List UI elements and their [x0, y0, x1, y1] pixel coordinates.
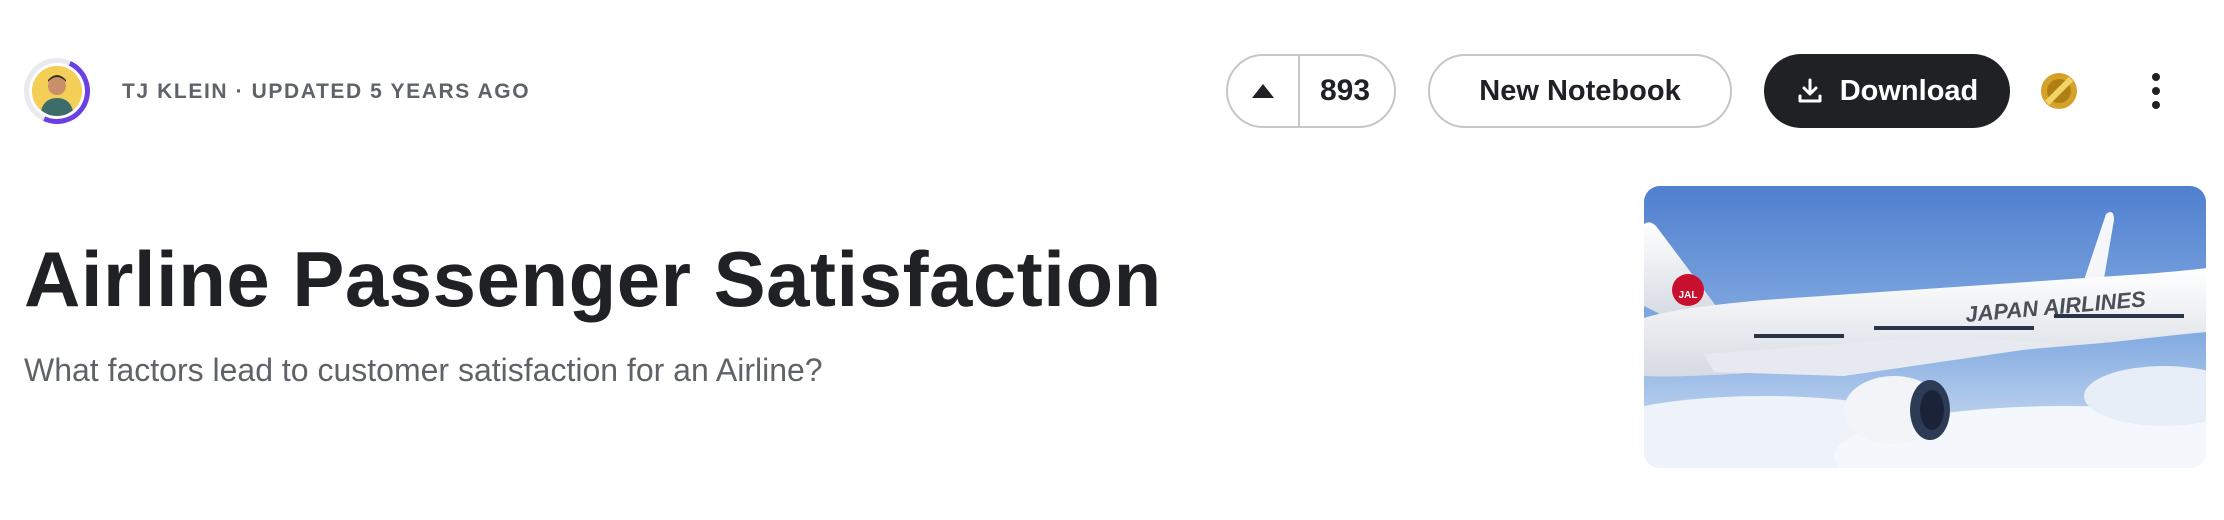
bronze-medal-icon[interactable]	[2040, 72, 2078, 110]
new-notebook-button[interactable]: New Notebook	[1428, 54, 1732, 128]
upvote-control: 893	[1226, 54, 1396, 128]
download-icon	[1798, 78, 1822, 103]
tail-logo-text: JAL	[1679, 290, 1698, 301]
more-vertical-icon[interactable]	[2138, 66, 2174, 116]
dataset-cover-image: JAL JAPAN AIRLINES	[1644, 186, 2206, 468]
author-avatar[interactable]	[14, 48, 100, 134]
dataset-subtitle: What factors lead to customer satisfacti…	[24, 352, 823, 388]
author-update-line[interactable]: TJ KLEIN · UPDATED 5 YEARS AGO	[122, 80, 530, 104]
avatar-photo	[32, 66, 82, 116]
dataset-title: Airline Passenger Satisfaction	[24, 235, 1162, 323]
download-label: Download	[1839, 74, 1979, 107]
download-button[interactable]: Download	[1764, 54, 2010, 128]
triangle-up-icon	[1252, 84, 1274, 98]
upvote-button[interactable]	[1228, 56, 1300, 126]
vote-count: 893	[1319, 74, 1371, 107]
